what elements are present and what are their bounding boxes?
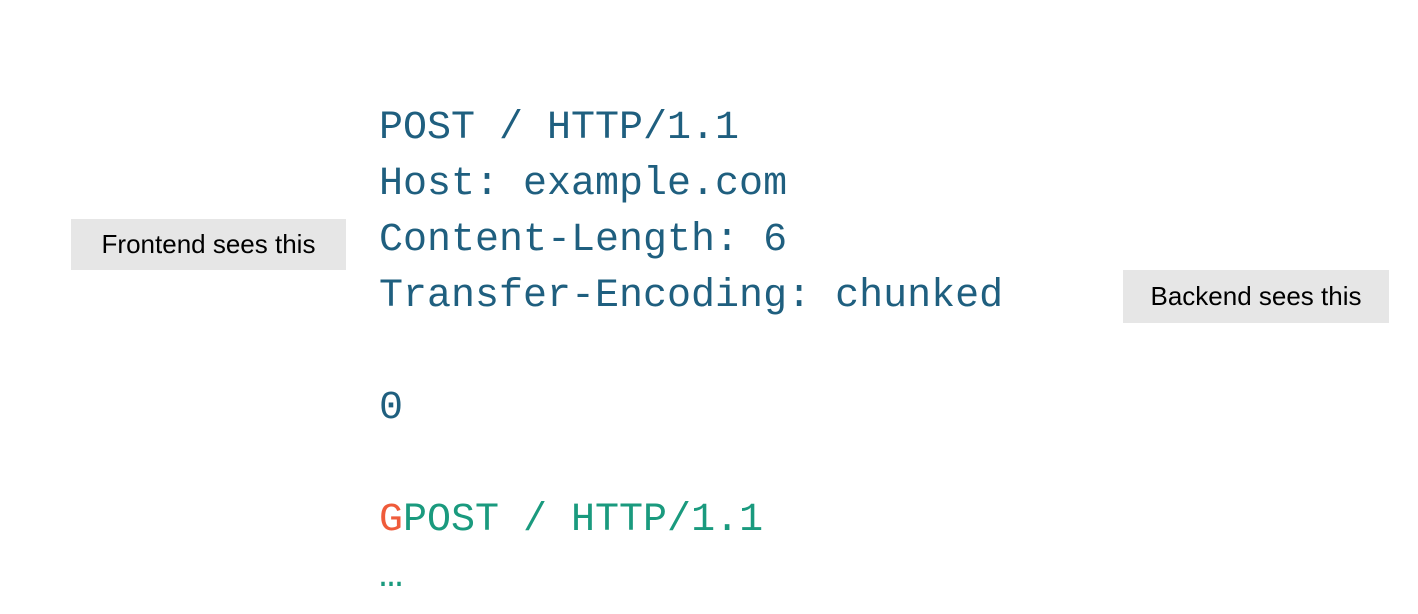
content-length-header: Content-Length: 6 bbox=[379, 218, 788, 263]
smuggled-request-line: GPOST / HTTP/1.1 bbox=[379, 498, 763, 544]
transfer-encoding-header: Transfer-Encoding: chunked bbox=[379, 274, 1004, 319]
smuggled-prefix-char: G bbox=[379, 498, 404, 543]
host-header: Host: example.com bbox=[379, 162, 788, 207]
request-line: POST / HTTP/1.1 bbox=[379, 106, 740, 151]
frontend-label: Frontend sees this bbox=[71, 219, 346, 270]
continuation-ellipsis: … bbox=[379, 554, 404, 599]
smuggled-request-rest: POST / HTTP/1.1 bbox=[403, 498, 764, 543]
backend-label: Backend sees this bbox=[1123, 270, 1389, 323]
chunk-terminator: 0 bbox=[379, 386, 404, 431]
